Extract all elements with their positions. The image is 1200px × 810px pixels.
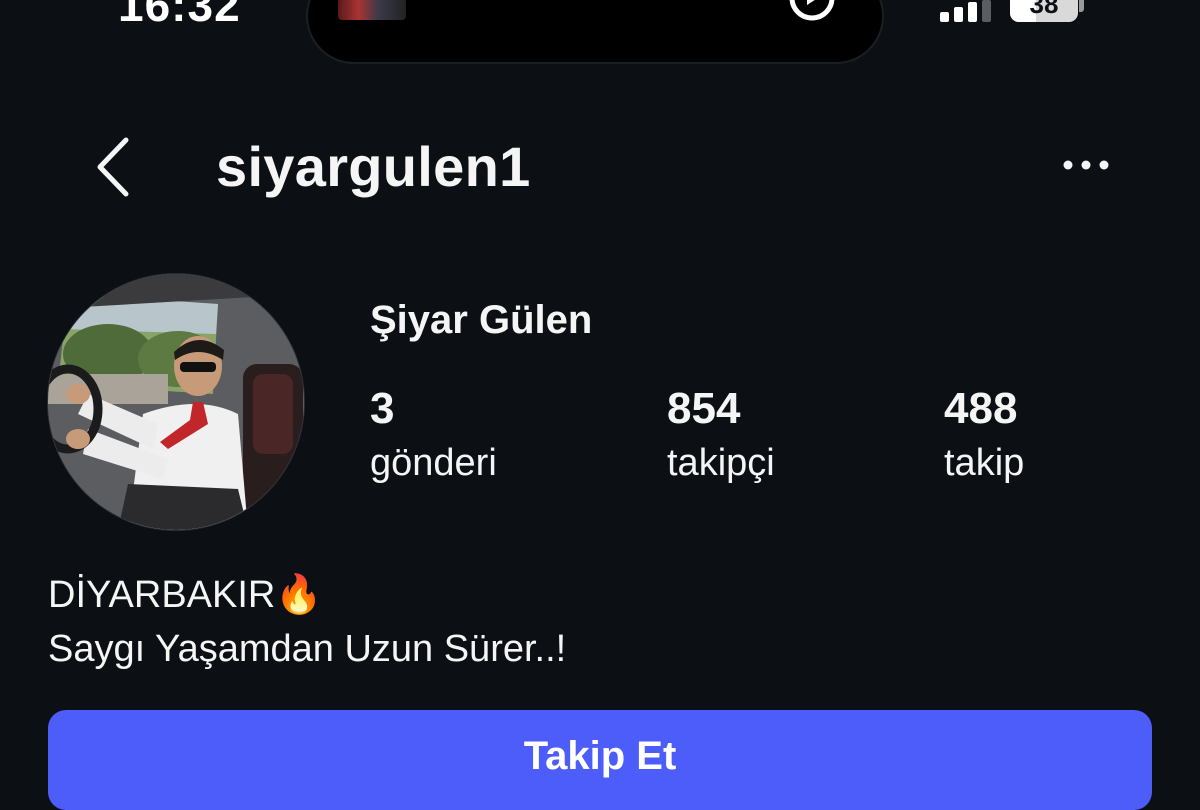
battery-level: 38	[1029, 0, 1059, 19]
bio-line: DİYARBAKIR🔥	[48, 574, 323, 616]
more-options-button[interactable]	[1056, 150, 1120, 180]
play-icon	[789, 0, 835, 21]
follow-button-label: Takip Et	[523, 734, 677, 778]
following-count: 488	[944, 384, 1018, 433]
followers-stat[interactable]: 854 takipçi	[667, 384, 775, 488]
posts-count: 3	[370, 384, 395, 433]
posts-stat[interactable]: 3 gönderi	[370, 384, 497, 488]
avatar-photo	[48, 274, 304, 530]
followers-label: takipçi	[667, 442, 775, 484]
more-horizontal-icon	[1063, 160, 1109, 170]
back-button[interactable]	[84, 132, 144, 202]
cellular-signal-icon	[940, 0, 996, 22]
dynamic-island[interactable]	[308, 0, 882, 62]
chevron-left-icon	[97, 137, 129, 197]
profile-bio: DİYARBAKIR🔥 Saygı Yaşamdan Uzun Sürer..!	[48, 568, 566, 676]
status-bar: 16:32 38	[0, 0, 1200, 62]
following-stat[interactable]: 488 takip	[944, 384, 1024, 488]
profile-header: siyargulen1	[0, 110, 1200, 230]
posts-label: gönderi	[370, 442, 497, 484]
following-label: takip	[944, 442, 1025, 484]
follow-button[interactable]: Takip Et	[48, 710, 1152, 810]
status-time: 16:32	[118, 0, 241, 31]
profile-username: siyargulen1	[216, 135, 531, 198]
profile-avatar[interactable]	[48, 274, 304, 530]
bio-line: Saygı Yaşamdan Uzun Sürer..!	[48, 628, 567, 670]
battery-icon: 38	[1010, 0, 1084, 22]
now-playing-thumbnail	[338, 0, 406, 20]
followers-count: 854	[667, 384, 741, 433]
profile-full-name: Şiyar Gülen	[370, 298, 593, 342]
